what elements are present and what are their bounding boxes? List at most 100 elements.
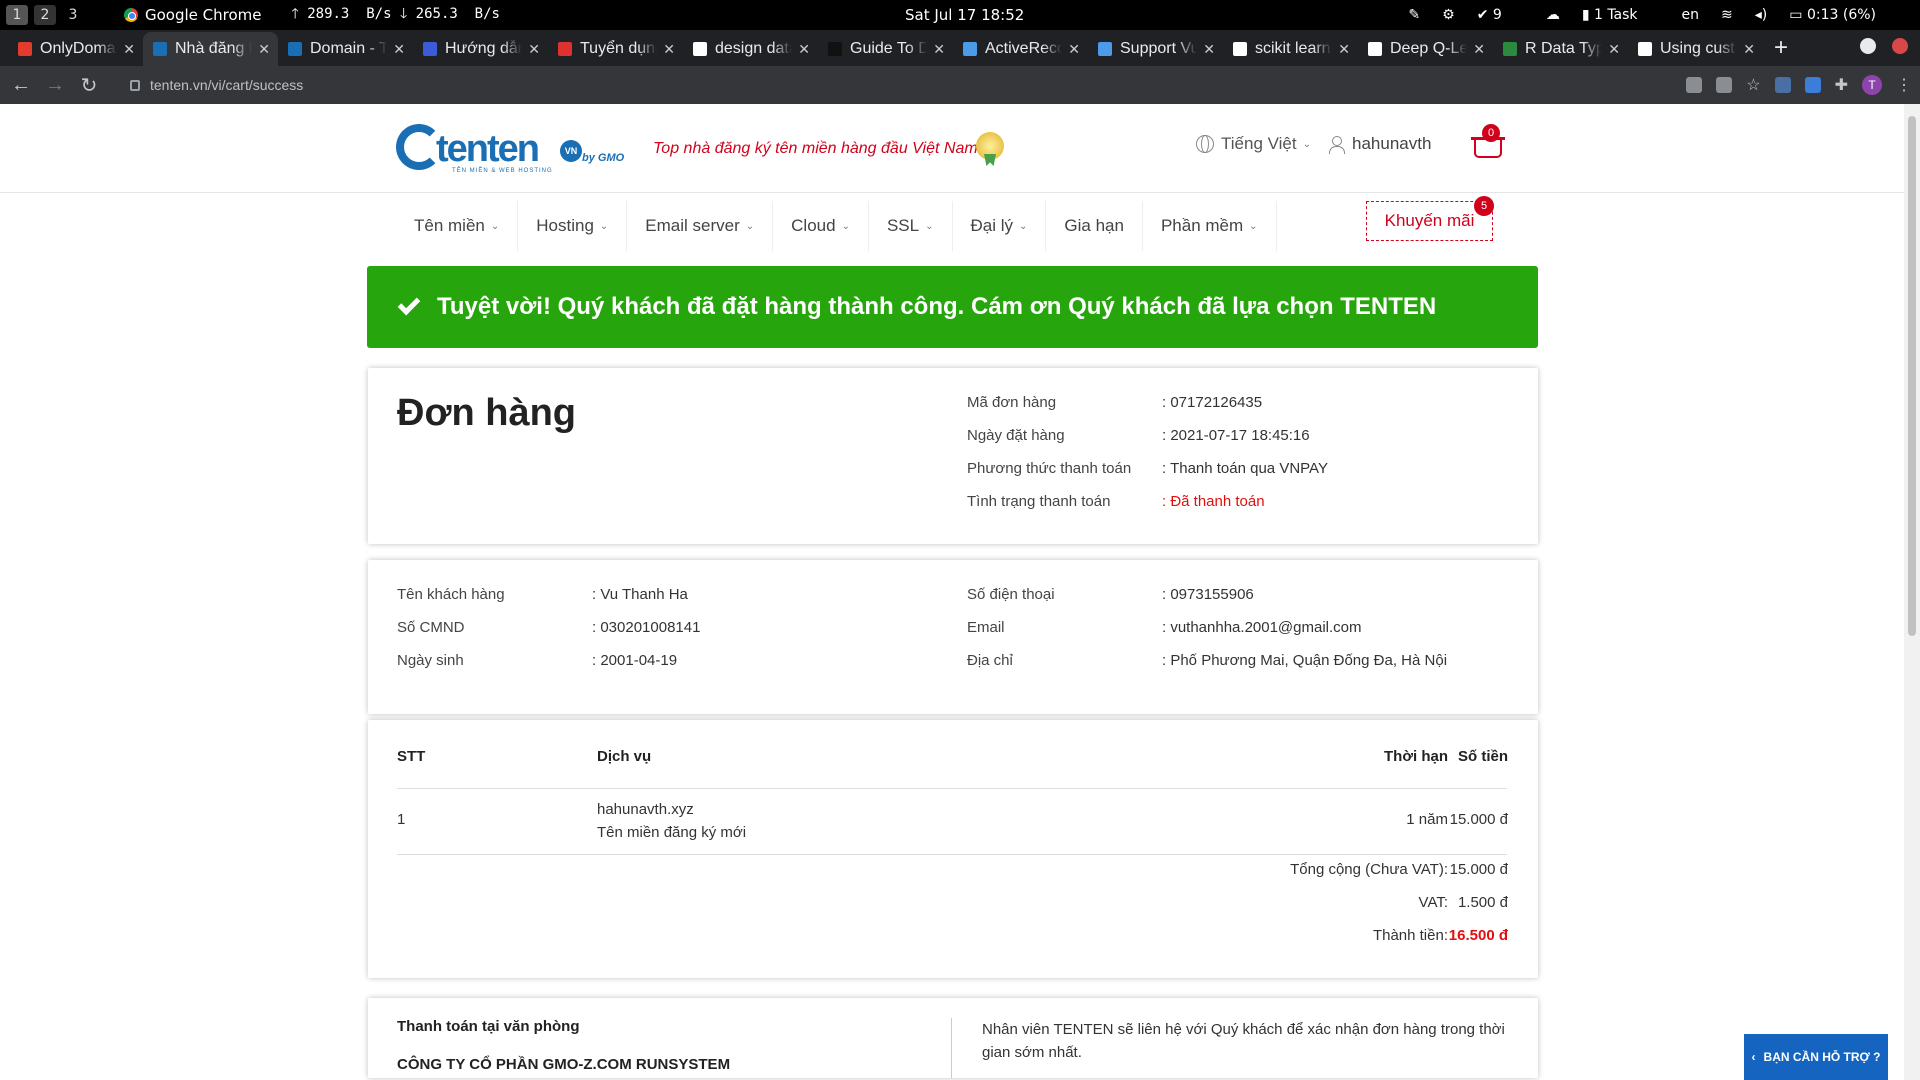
header-divider (397, 788, 1507, 789)
extension-icon[interactable] (1804, 77, 1821, 93)
nav-item[interactable]: Gia hạn (1046, 201, 1143, 251)
detail-label: Số điện thoại (967, 586, 1055, 603)
customer-info-card: Tên khách hàng: Vu Thanh Ha Số CMND: 0302… (368, 560, 1538, 714)
detail-value: : Phố Phương Mai, Quận Đống Đa, Hà Nội (1162, 652, 1448, 669)
address-bar[interactable]: tenten.vn/vi/cart/success (116, 71, 1606, 99)
close-tab-icon[interactable]: ✕ (1743, 41, 1755, 58)
nav-item[interactable]: Email server ⌄ (627, 201, 774, 251)
battery-indicator[interactable]: ▭ 0:13 (6%) (1789, 7, 1898, 23)
workspace-1[interactable]: 1 (6, 5, 28, 25)
tab-strip-controls (1860, 38, 1908, 54)
nav-item[interactable]: Phần mềm ⌄ (1143, 201, 1277, 251)
browser-tab[interactable]: Tuyển dụng ✕ (548, 32, 683, 66)
back-button[interactable]: ← (8, 74, 34, 97)
scrollbar-thumb[interactable] (1908, 116, 1916, 636)
detail-label: Phương thức thanh toán (967, 460, 1132, 477)
row-amount: 15.000 đ (1449, 811, 1508, 828)
close-tab-icon[interactable]: ✕ (1608, 41, 1620, 58)
puzzle-icon[interactable]: ✚ (1835, 75, 1848, 95)
workspace-3[interactable]: 3 (62, 5, 84, 25)
os-top-bar: 1 2 3 Google Chrome 🡑 289.3 B/s 🡓 265.3 … (0, 0, 1920, 30)
browser-toolbar: ← → ↻ tenten.vn/vi/cart/success ☆ ✚ T ⋮ (0, 66, 1920, 104)
browser-tab[interactable]: scikit learn ✕ (1223, 32, 1358, 66)
order-title: Đơn hàng (397, 392, 576, 434)
close-tab-icon[interactable]: ✕ (798, 41, 810, 58)
close-tab-icon[interactable]: ✕ (1473, 41, 1485, 58)
language-selector[interactable]: Tiếng Việt ⌄ (1196, 134, 1311, 154)
tab-title: Deep Q-Lea (1390, 40, 1468, 57)
close-tab-icon[interactable]: ✕ (528, 41, 540, 58)
bookmark-star-icon[interactable]: ☆ (1746, 75, 1760, 95)
browser-tab[interactable]: Deep Q-Lea ✕ (1358, 32, 1493, 66)
close-tab-icon[interactable]: ✕ (1068, 41, 1080, 58)
browser-tab[interactable]: Support Vue ✕ (1088, 32, 1223, 66)
close-tab-icon[interactable]: ✕ (663, 41, 675, 58)
key-icon[interactable] (1686, 77, 1703, 93)
browser-tab[interactable]: ActiveRecor ✕ (953, 32, 1088, 66)
close-tab-icon[interactable]: ✕ (258, 41, 270, 58)
tab-search-icon[interactable] (1860, 38, 1876, 54)
browser-tab[interactable]: design data ✕ (683, 32, 818, 66)
workspace-2[interactable]: 2 (34, 5, 56, 25)
logo-vn-badge: VN (560, 140, 582, 162)
close-tab-icon[interactable]: ✕ (123, 41, 135, 58)
menu-icon[interactable]: ⋮ (1896, 75, 1912, 95)
browser-tab[interactable]: Nhà đăng ký ✕ (143, 32, 278, 66)
support-chat-button[interactable]: ‹ BẠN CẦN HỖ TRỢ ? (1744, 1034, 1888, 1080)
nav-item[interactable]: Tên miền ⌄ (396, 201, 519, 251)
cart-button[interactable]: 0 (1471, 124, 1506, 160)
keyboard-lang[interactable]: en (1682, 7, 1700, 23)
nav-item-label: SSL (886, 216, 920, 235)
detail-value: : Thanh toán qua VNPAY (1162, 460, 1328, 477)
nav-item-label: Phần mềm (1160, 216, 1244, 235)
nav-item[interactable]: SSL ⌄ (869, 201, 953, 251)
window-close-icon[interactable] (1892, 38, 1908, 54)
wifi-icon[interactable]: ≋ (1721, 7, 1733, 23)
lock-icon[interactable] (130, 79, 140, 91)
active-app-name: Google Chrome (145, 6, 262, 24)
browser-tab[interactable]: Guide To D ✕ (818, 32, 953, 66)
tenten-icon (288, 42, 302, 56)
browser-tab[interactable]: Using cust ✕ (1628, 32, 1763, 66)
url-text[interactable]: tenten.vn/vi/cart/success (150, 77, 303, 93)
new-tab-button[interactable]: + (1763, 34, 1799, 62)
detail-label: Tên khách hàng (397, 586, 505, 603)
close-tab-icon[interactable]: ✕ (933, 41, 945, 58)
volume-icon[interactable]: ◂) (1755, 7, 1768, 23)
nav-item[interactable]: Cloud ⌄ (773, 201, 869, 251)
cloud-icon[interactable]: ☁ (1546, 7, 1560, 23)
nav-item[interactable]: Hosting ⌄ (518, 201, 628, 251)
browser-tab[interactable]: R Data Type ✕ (1493, 32, 1628, 66)
tab-title: scikit learn (1255, 40, 1331, 57)
col-header-service: Dịch vụ (597, 748, 652, 765)
browser-tab[interactable]: Hướng dẫn ✕ (413, 32, 548, 66)
updates-indicator[interactable]: ✔ 9 (1477, 7, 1524, 23)
nav-item[interactable]: Đại lý ⌄ (953, 201, 1047, 251)
browser-tab[interactable]: OnlyDomains ✕ (8, 32, 143, 66)
os-clock[interactable]: Sat Jul 17 18:52 (905, 6, 1024, 24)
v-icon (1098, 42, 1112, 56)
reload-button[interactable]: ↻ (76, 73, 102, 98)
extension-icon[interactable] (1774, 77, 1791, 93)
detail-value: : vuthanhha.2001@gmail.com (1162, 619, 1362, 636)
gear-icon[interactable]: ⚙ (1442, 7, 1455, 23)
network-speed: 🡑 289.3 B/s 🡓 265.3 B/s (291, 6, 500, 22)
chevron-down-icon: ⌄ (599, 220, 609, 232)
page-scrollbar[interactable] (1904, 104, 1920, 1080)
profile-avatar[interactable]: T (1862, 75, 1882, 95)
tenten-logo[interactable]: tenten VN by GMO TÊN MIỀN & WEB HOSTING (396, 120, 626, 180)
company-name: CÔNG TY CỔ PHẦN GMO-Z.COM RUNSYSTEM (397, 1056, 731, 1073)
tasks-indicator[interactable]: ▮ 1 Task (1582, 7, 1660, 23)
translate-icon[interactable] (1716, 77, 1733, 93)
tab-title: Nhà đăng ký (175, 40, 252, 57)
forward-button[interactable]: → (42, 74, 68, 97)
close-tab-icon[interactable]: ✕ (1203, 41, 1215, 58)
tasks-label: 1 Task (1593, 7, 1638, 23)
close-tab-icon[interactable]: ✕ (1338, 41, 1350, 58)
pen-icon[interactable]: ✎ (1408, 7, 1420, 23)
close-tab-icon[interactable]: ✕ (393, 41, 405, 58)
guide-icon (828, 42, 842, 56)
browser-tab[interactable]: Domain - Ten ✕ (278, 32, 413, 66)
user-account[interactable]: hahunavth (1328, 134, 1431, 154)
chrome-icon (124, 8, 138, 22)
